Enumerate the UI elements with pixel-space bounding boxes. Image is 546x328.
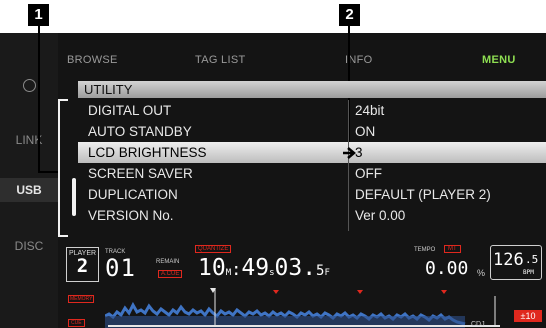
utility-row-lcd-brightness[interactable]: LCD BRIGHTNESS 3 [78, 142, 546, 163]
quantize-badge: QUANTIZE [195, 245, 232, 253]
row-value: 24bit [355, 103, 385, 118]
memory-badge: MEMORY [68, 295, 95, 303]
scrollbar-thumb[interactable] [72, 178, 76, 216]
player-badge: PLAYER 2 [66, 247, 99, 282]
utility-header: UTILITY [78, 81, 546, 98]
utility-row-screen-saver[interactable]: SCREEN SAVER OFF [78, 163, 546, 184]
callout-1: 1 [28, 4, 49, 26]
deck-info: PLAYER 2 TRACK 01 REMAIN A.CUE QUANTIZE … [58, 244, 546, 328]
sidebar-item-disc[interactable]: DISC [0, 236, 58, 256]
utility-row-digital-out[interactable]: DIGITAL OUT 24bit [78, 100, 546, 121]
time-seconds: 49 [241, 255, 270, 281]
top-tab-bar: BROWSE TAG LIST INFO MENU [58, 41, 546, 75]
bpm-frac: .5 [525, 253, 539, 266]
row-label: DIGITAL OUT [88, 103, 172, 118]
row-label: DUPLICATION [88, 187, 178, 202]
cue-badge: CUE [68, 319, 85, 327]
sidebar: LINK USB DISC [0, 33, 58, 328]
tempo-unit: % [477, 268, 486, 278]
callout-1-bracket [58, 99, 68, 237]
acue-badge: A.CUE [158, 270, 183, 278]
bpm-label: BPM [523, 269, 534, 276]
tempo-label: TEMPO [414, 247, 436, 253]
time-f-unit: F [324, 268, 330, 278]
bpm-int: 126 [493, 250, 524, 270]
sidebar-item-link[interactable]: LINK [0, 130, 58, 150]
utility-row-version[interactable]: VERSION No. Ver 0.00 [78, 205, 546, 226]
row-value: DEFAULT (PLAYER 2) [355, 187, 491, 202]
track-number: 01 [105, 254, 136, 282]
disc-menu-icon[interactable] [23, 79, 36, 92]
utility-row-duplication[interactable]: DUPLICATION DEFAULT (PLAYER 2) [78, 184, 546, 205]
player-number: 2 [76, 255, 89, 277]
row-value: Ver 0.00 [355, 208, 406, 223]
utility-row-auto-standby[interactable]: AUTO STANDBY ON [78, 121, 546, 142]
tab-browse[interactable]: BROWSE [67, 54, 118, 66]
time-minutes: 10 [198, 255, 226, 281]
value-column-divider [348, 100, 349, 231]
row-value: ON [355, 124, 376, 139]
remain-label: REMAIN [156, 259, 180, 265]
mt-badge: MT [444, 245, 461, 253]
bpm-box: 126 .5 BPM [490, 245, 542, 280]
sidebar-item-usb[interactable]: USB [0, 178, 58, 202]
row-label: VERSION No. [88, 208, 174, 223]
row-label: LCD BRIGHTNESS [88, 145, 207, 160]
time-display: 10M:49s03.5F [198, 255, 330, 281]
tab-menu[interactable]: MENU [482, 54, 516, 66]
callout-2-arrow [343, 147, 356, 159]
callout-1-leader [38, 171, 58, 173]
row-label: AUTO STANDBY [88, 124, 192, 139]
tempo-value: 0.00 [425, 258, 469, 279]
tempo-range-badge: ±10 [514, 310, 542, 322]
row-value: OFF [355, 166, 382, 181]
time-colon: : [231, 260, 242, 280]
tab-tag-list[interactable]: TAG LIST [195, 54, 245, 66]
waveform-display[interactable] [105, 286, 500, 328]
row-label: SCREEN SAVER [88, 166, 193, 181]
utility-panel: UTILITY DIGITAL OUT 24bit AUTO STANDBY O… [78, 81, 546, 231]
callout-2: 2 [339, 4, 360, 26]
callout-1-line [38, 26, 40, 173]
time-frames: 03. [274, 255, 317, 281]
cdj-label: CDJ [471, 321, 485, 328]
